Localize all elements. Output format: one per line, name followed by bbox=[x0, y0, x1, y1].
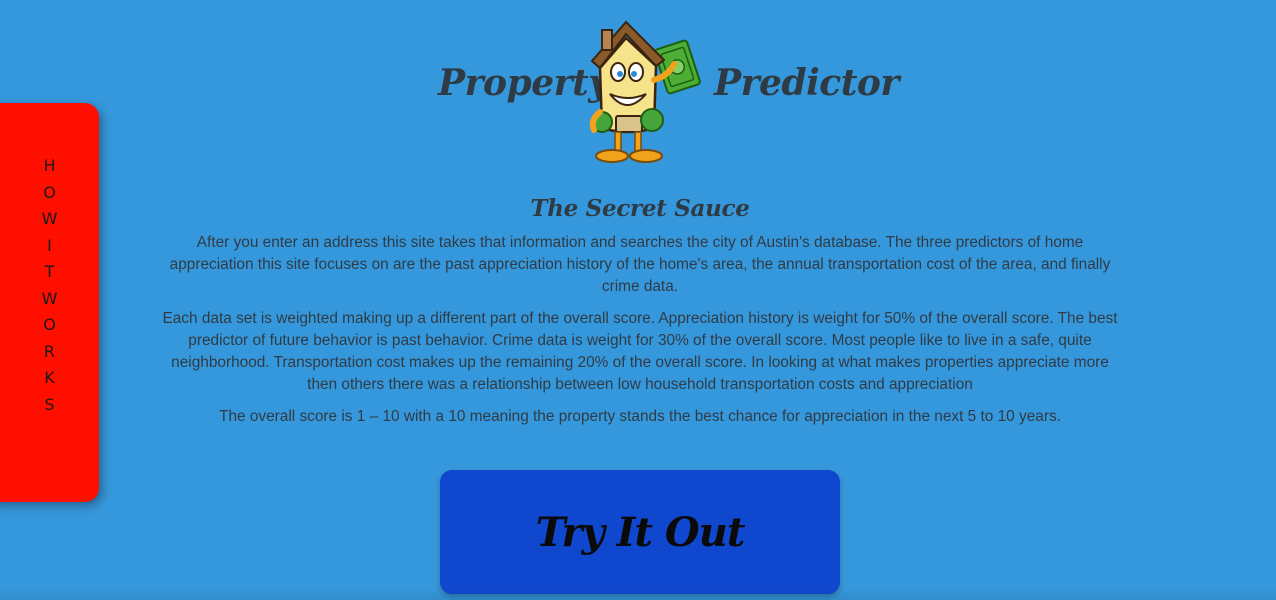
side-tab-letter: O bbox=[43, 315, 56, 334]
brand-title-right: Predictor bbox=[714, 62, 899, 104]
side-tab-letter: O bbox=[43, 182, 56, 202]
paragraph-score: The overall score is 1 – 10 with a 10 me… bbox=[219, 408, 1061, 425]
side-tab-letter: R bbox=[43, 341, 56, 361]
how-it-works-tab[interactable]: H O W I T W O R K S bbox=[0, 103, 99, 502]
house-mascot-icon bbox=[589, 20, 701, 163]
main-content: The Secret Sauce After you enter an addr… bbox=[160, 192, 1120, 438]
side-tab-letter: K bbox=[44, 368, 55, 387]
try-it-out-label: Try It Out bbox=[535, 508, 746, 556]
how-it-works-label: H O W I T W O R K S bbox=[42, 103, 58, 502]
side-tab-letter: T bbox=[44, 262, 55, 281]
paragraph-weights: Each data set is weighted making up a di… bbox=[162, 310, 1118, 393]
side-tab-letter: W bbox=[41, 288, 58, 308]
side-tab-letter: H bbox=[43, 156, 56, 175]
page: Property Predictor H O W I T W O R K S T… bbox=[0, 0, 1276, 600]
section-title: The Secret Sauce bbox=[530, 195, 750, 222]
header: Property Predictor bbox=[0, 0, 1276, 170]
bottom-shadow bbox=[0, 588, 1276, 600]
side-tab-letter: S bbox=[44, 394, 55, 414]
paragraph-intro: After you enter an address this site tak… bbox=[169, 234, 1111, 295]
try-it-out-button[interactable]: Try It Out bbox=[440, 470, 840, 594]
side-tab-letter: I bbox=[47, 235, 52, 255]
side-tab-letter: W bbox=[41, 209, 58, 228]
